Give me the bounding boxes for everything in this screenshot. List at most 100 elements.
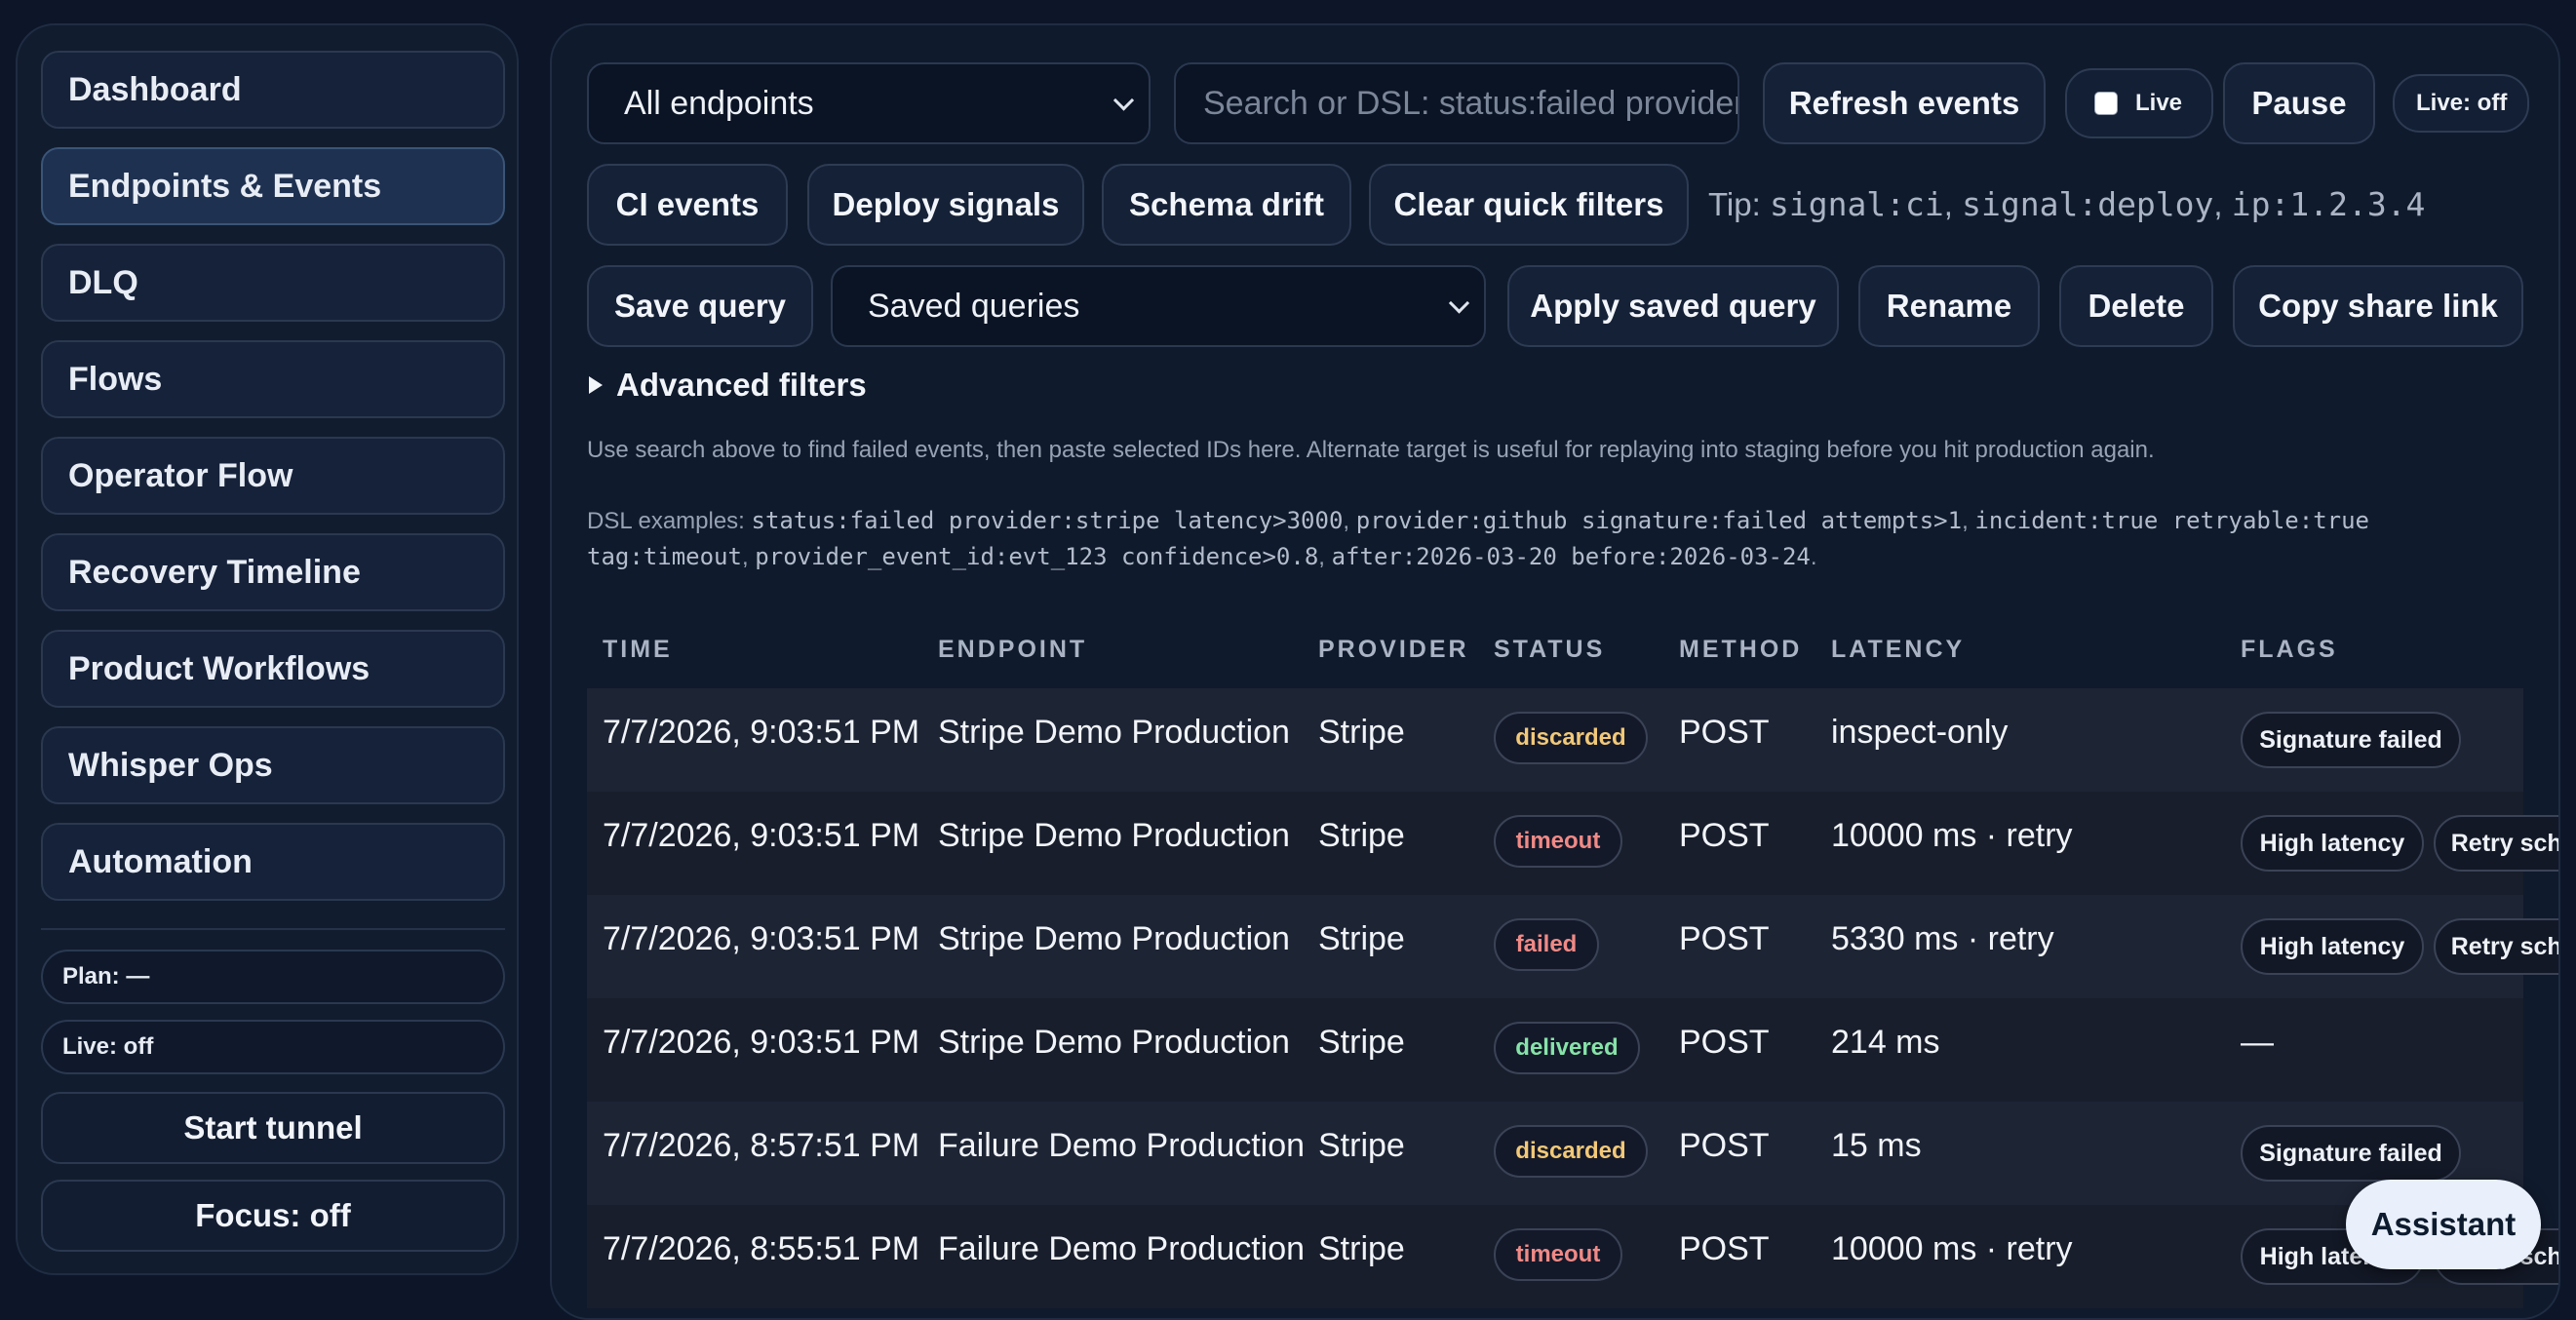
chevron-down-icon [1448, 292, 1470, 314]
cell-endpoint: Failure Demo Production [938, 1230, 1306, 1267]
live-status-sidebar: Live: off [41, 1020, 505, 1074]
cell-method: POST [1679, 714, 1770, 751]
delete-button[interactable]: Delete [2059, 265, 2213, 347]
tip-code-ci: signal:ci [1769, 185, 1944, 223]
col-header-status[interactable]: STATUS [1494, 636, 1605, 664]
ci-events-button[interactable]: CI events [587, 164, 788, 246]
cell-provider: Stripe [1318, 817, 1405, 854]
live-status-text: Live: off [2416, 90, 2508, 116]
cell-method: POST [1679, 817, 1770, 854]
dsl-line-2: tag:timeout, provider_event_id:evt_123 c… [587, 539, 2369, 575]
dsl-line-1: DSL examples: status:failed provider:str… [587, 503, 2369, 539]
refresh-events-button[interactable]: Refresh events [1763, 62, 2046, 144]
cell-provider: Stripe [1318, 714, 1405, 751]
live-checkbox[interactable] [2094, 92, 2118, 115]
pause-button[interactable]: Pause [2223, 62, 2375, 144]
cell-method: POST [1679, 1230, 1770, 1267]
cell-provider: Stripe [1318, 1127, 1405, 1164]
flag-badge: Signature failed [2241, 712, 2461, 768]
sidebar-item-product-workflows[interactable]: Product Workflows [41, 630, 505, 708]
clear-quick-filters-button[interactable]: Clear quick filters [1369, 164, 1689, 246]
saved-queries-select-value: Saved queries [868, 287, 1080, 325]
assistant-button[interactable]: Assistant [2346, 1180, 2541, 1269]
save-query-button[interactable]: Save query [587, 265, 813, 347]
sidebar-item-whisper-ops[interactable]: Whisper Ops [41, 726, 505, 804]
table-row[interactable]: 7/7/2026, 8:55:51 PM Failure Demo Produc… [587, 1205, 2558, 1308]
cell-latency: 10000 ms · retry [1831, 1230, 2073, 1267]
sidebar-item-automation[interactable]: Automation [41, 823, 505, 901]
saved-queries-select[interactable]: Saved queries [831, 265, 1486, 347]
status-badge: delivered [1494, 1022, 1640, 1074]
col-header-method[interactable]: METHOD [1679, 636, 1802, 664]
deploy-signals-button[interactable]: Deploy signals [807, 164, 1084, 246]
tip-sep: , [1943, 186, 1953, 222]
sidebar-item-recovery-timeline[interactable]: Recovery Timeline [41, 533, 505, 611]
dsl-example: after:2026-03-20 before:2026-03-24 [1331, 543, 1811, 570]
sidebar-item-flows[interactable]: Flows [41, 340, 505, 418]
tip-sep: , [2213, 186, 2223, 222]
table-row[interactable]: 7/7/2026, 9:03:51 PM Stripe Demo Product… [587, 998, 2523, 1102]
focus-toggle-button[interactable]: Focus: off [41, 1180, 505, 1252]
dsl-example: provider_event_id:evt_123 confidence>0.8 [755, 543, 1319, 570]
rename-button[interactable]: Rename [1858, 265, 2040, 347]
tip-code-deploy: signal:deploy [1962, 185, 2214, 223]
col-header-provider[interactable]: PROVIDER [1318, 636, 1469, 664]
cell-flags-empty: — [2241, 1024, 2274, 1061]
sidebar-item-dashboard[interactable]: Dashboard [41, 51, 505, 129]
cell-latency: 15 ms [1831, 1127, 1922, 1164]
table-row[interactable]: 7/7/2026, 9:03:51 PM Stripe Demo Product… [587, 895, 2558, 998]
cell-method: POST [1679, 920, 1770, 957]
start-tunnel-button[interactable]: Start tunnel [41, 1092, 505, 1164]
quick-filter-tip: Tip: signal:ci, signal:deploy, ip:1.2.3.… [1708, 185, 2425, 223]
cell-time: 7/7/2026, 9:03:51 PM [603, 920, 920, 957]
sidebar: Dashboard Endpoints & Events DLQ Flows O… [16, 23, 519, 1275]
status-badge: timeout [1494, 815, 1622, 868]
live-status-badge: Live: off [2393, 74, 2529, 133]
table-row[interactable]: 7/7/2026, 8:57:51 PM Failure Demo Produc… [587, 1102, 2523, 1205]
status-badge: timeout [1494, 1228, 1622, 1281]
schema-drift-button[interactable]: Schema drift [1102, 164, 1351, 246]
dsl-sep: , [1343, 508, 1350, 534]
cell-time: 7/7/2026, 8:55:51 PM [603, 1230, 920, 1267]
cell-time: 7/7/2026, 9:03:51 PM [603, 714, 920, 751]
search-input[interactable]: Search or DSL: status:failed provider [1174, 62, 1739, 144]
cell-time: 7/7/2026, 9:03:51 PM [603, 1024, 920, 1061]
tip-prefix: Tip: [1708, 186, 1761, 222]
events-table-header: TIME ENDPOINT PROVIDER STATUS METHOD LAT… [587, 610, 2523, 688]
sidebar-item-operator-flow[interactable]: Operator Flow [41, 437, 505, 515]
endpoint-select-value: All endpoints [624, 84, 814, 122]
cell-method: POST [1679, 1127, 1770, 1164]
cell-endpoint: Failure Demo Production [938, 1127, 1306, 1164]
sidebar-item-endpoints-events[interactable]: Endpoints & Events [41, 147, 505, 225]
copy-share-link-button[interactable]: Copy share link [2233, 265, 2523, 347]
col-header-endpoint[interactable]: ENDPOINT [938, 636, 1087, 664]
apply-saved-query-button[interactable]: Apply saved query [1507, 265, 1839, 347]
dsl-example: provider:github signature:failed attempt… [1355, 507, 1963, 534]
cell-time: 7/7/2026, 8:57:51 PM [603, 1127, 920, 1164]
cell-time: 7/7/2026, 9:03:51 PM [603, 817, 920, 854]
col-header-time[interactable]: TIME [603, 636, 673, 664]
dsl-examples: DSL examples: status:failed provider:str… [587, 503, 2369, 575]
col-header-latency[interactable]: LATENCY [1831, 636, 1965, 664]
cell-endpoint: Stripe Demo Production [938, 817, 1290, 854]
dsl-end: . [1810, 544, 1817, 570]
advanced-filters-toggle[interactable]: Advanced filters [587, 367, 867, 404]
dsl-sep: , [1962, 508, 1969, 534]
status-badge: discarded [1494, 1125, 1648, 1178]
flag-badge: Retry scheduled [2434, 815, 2558, 872]
endpoint-select[interactable]: All endpoints [587, 62, 1151, 144]
flag-badge: Signature failed [2241, 1125, 2461, 1182]
table-row[interactable]: 7/7/2026, 9:03:51 PM Stripe Demo Product… [587, 792, 2558, 895]
flag-badge: High latency [2241, 918, 2424, 975]
status-badge: failed [1494, 918, 1599, 971]
dsl-sep: , [741, 544, 749, 570]
cell-latency: 214 ms [1831, 1024, 1940, 1061]
cell-provider: Stripe [1318, 1024, 1405, 1061]
table-row[interactable]: 7/7/2026, 9:03:51 PM Stripe Demo Product… [587, 688, 2523, 792]
col-header-flags[interactable]: FLAGS [2241, 636, 2338, 664]
advanced-filters-label: Advanced filters [616, 367, 867, 403]
live-checkbox-pill[interactable]: Live [2065, 68, 2213, 138]
sidebar-item-dlq[interactable]: DLQ [41, 244, 505, 322]
tip-code-ip: ip:1.2.3.4 [2231, 185, 2426, 223]
dsl-example: tag:timeout [587, 543, 742, 570]
